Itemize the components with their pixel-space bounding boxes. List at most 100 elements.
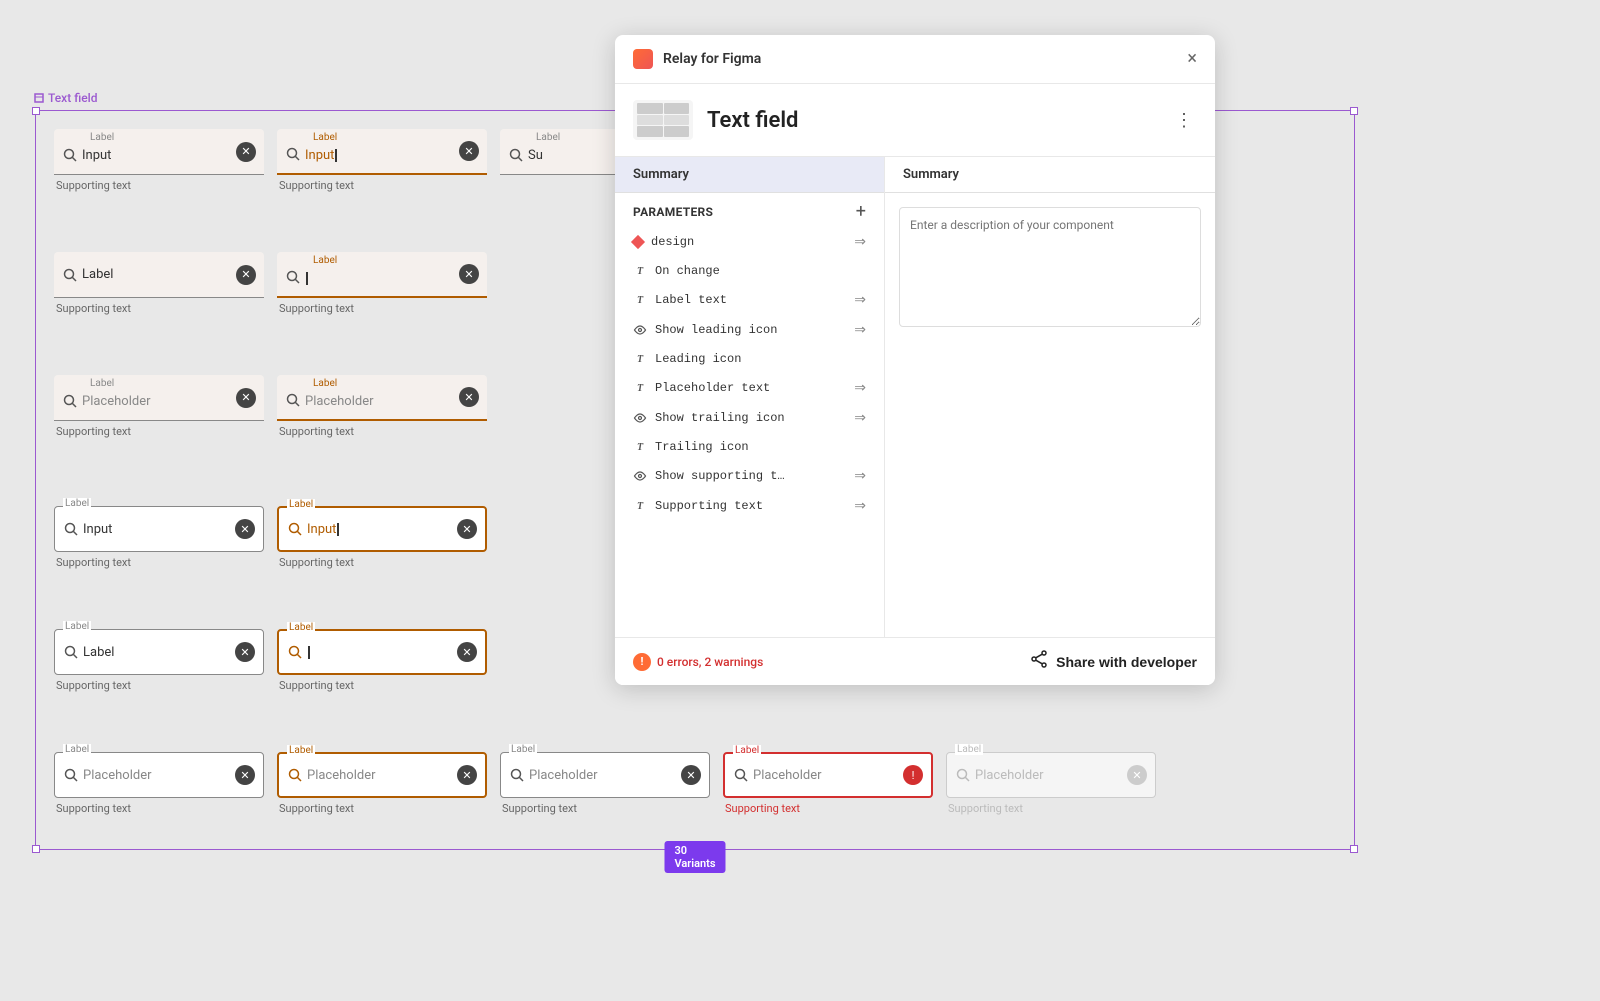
param-row[interactable]: Show trailing icon ⇒ (615, 403, 884, 433)
clear-button[interactable]: ✕ (459, 141, 479, 161)
supporting-text: Supporting text (723, 802, 800, 815)
param-row[interactable]: T Leading icon (615, 345, 884, 373)
list-item: Label Placeholder ✕ Supporting text (277, 744, 492, 859)
clear-button[interactable]: ✕ (457, 765, 477, 785)
parameters-label: Parameters (633, 205, 713, 219)
field-label: Label (90, 132, 114, 143)
error-icon: ! (903, 765, 923, 785)
field-label: Label (536, 132, 560, 143)
field-label: Label (63, 498, 91, 509)
clear-button[interactable]: ✕ (236, 265, 256, 285)
param-arrow: ⇒ (854, 468, 866, 484)
param-name: Show trailing icon (655, 411, 846, 425)
param-row[interactable]: T Trailing icon (615, 433, 884, 461)
field-value (305, 271, 459, 286)
field-value: Label (83, 645, 235, 660)
clear-button[interactable]: ✕ (236, 388, 256, 408)
eye-icon (633, 411, 647, 425)
list-item: Label Placeholder ✕ Supporting text (54, 375, 269, 490)
canvas: Text field Label Input ✕ Supporting text (0, 0, 1600, 1001)
param-row[interactable]: design ⇒ (615, 227, 884, 257)
param-arrow: ⇒ (854, 292, 866, 308)
param-arrow: ⇒ (854, 498, 866, 514)
clear-button[interactable]: ✕ (235, 642, 255, 662)
field-placeholder: Placeholder (83, 768, 235, 783)
field-label: Label (313, 132, 337, 143)
field-label: Label (509, 744, 537, 755)
list-item: Label ✕ Supporting text (54, 252, 269, 367)
variants-badge: 30 Variants (664, 841, 725, 873)
field-label: Label (313, 378, 337, 389)
diamond-icon (631, 235, 645, 249)
supporting-text: Supporting text (946, 802, 1023, 815)
param-name: Placeholder text (655, 381, 846, 395)
eye-icon (633, 469, 647, 483)
clear-button[interactable]: ✕ (235, 519, 255, 539)
supporting-text: Supporting text (277, 679, 354, 692)
field-label: Label (313, 255, 337, 266)
field-label: Label (63, 621, 91, 632)
eye-icon (633, 323, 647, 337)
supporting-text: Supporting text (277, 425, 354, 438)
type-text-icon: T (633, 440, 647, 454)
param-name: On change (655, 264, 866, 278)
list-item: Label ✕ Supporting text (277, 621, 492, 736)
param-row[interactable]: Show leading icon ⇒ (615, 315, 884, 345)
clear-button[interactable]: ✕ (235, 765, 255, 785)
clear-button[interactable]: ✕ (236, 142, 256, 162)
clear-button[interactable]: ✕ (457, 519, 477, 539)
supporting-text: Supporting text (500, 802, 577, 815)
supporting-text: Supporting text (277, 302, 354, 315)
list-item: Label Input ✕ Supporting text (54, 498, 269, 613)
type-text-icon: T (633, 264, 647, 278)
clear-button[interactable]: ✕ (459, 264, 479, 284)
panel-left: Summary Parameters + design ⇒ T On ch (615, 157, 885, 637)
list-item: Label Input ✕ Supporting text (277, 129, 492, 244)
field-label: Label (287, 499, 315, 510)
clear-button[interactable]: ✕ (457, 642, 477, 662)
field-placeholder: Placeholder (82, 394, 236, 409)
clear-button[interactable]: ✕ (681, 765, 701, 785)
relay-icon (633, 49, 653, 69)
param-row[interactable]: Show supporting t… ⇒ (615, 461, 884, 491)
field-label: Label (955, 744, 983, 755)
panel-right: Summary (885, 157, 1215, 637)
type-text-icon: T (633, 352, 647, 366)
param-arrow: ⇒ (854, 234, 866, 250)
param-name: Show leading icon (655, 323, 846, 337)
add-parameter-button[interactable]: + (856, 203, 866, 221)
field-value: Input (305, 148, 459, 163)
tab-summary-right[interactable]: Summary (885, 157, 1215, 193)
component-thumbnail (633, 100, 693, 140)
supporting-text: Supporting text (54, 556, 131, 569)
param-row[interactable]: T Supporting text ⇒ (615, 491, 884, 521)
more-options-button[interactable]: ⋮ (1171, 106, 1197, 135)
description-textarea[interactable] (899, 207, 1201, 327)
clear-button: ✕ (1127, 765, 1147, 785)
share-button[interactable]: Share with developer (1030, 650, 1197, 673)
warning-icon: ! (633, 653, 651, 671)
clear-button[interactable]: ✕ (459, 387, 479, 407)
supporting-text: Supporting text (54, 302, 131, 315)
param-row[interactable]: T On change (615, 257, 884, 285)
tab-summary-left[interactable]: Summary (615, 157, 884, 193)
field-label: Label (90, 378, 114, 389)
footer-warning: ! 0 errors, 2 warnings (633, 653, 1030, 671)
param-name: Show supporting t… (655, 469, 846, 483)
param-row[interactable]: T Label text ⇒ (615, 285, 884, 315)
param-arrow: ⇒ (854, 322, 866, 338)
supporting-text: Supporting text (277, 556, 354, 569)
param-name: Trailing icon (655, 440, 866, 454)
close-button[interactable]: × (1187, 50, 1197, 68)
component-header: Text field ⋮ (615, 84, 1215, 157)
params-list: design ⇒ T On change T Label text ⇒ (615, 227, 884, 637)
frame-label: Text field (34, 91, 97, 105)
param-arrow: ⇒ (854, 410, 866, 426)
field-placeholder: Placeholder (529, 768, 681, 783)
param-name: Supporting text (655, 499, 846, 513)
share-label: Share with developer (1056, 654, 1197, 670)
field-placeholder: Placeholder (307, 768, 457, 783)
warning-text: 0 errors, 2 warnings (657, 655, 763, 669)
field-label: Label (287, 622, 315, 633)
param-row[interactable]: T Placeholder text ⇒ (615, 373, 884, 403)
